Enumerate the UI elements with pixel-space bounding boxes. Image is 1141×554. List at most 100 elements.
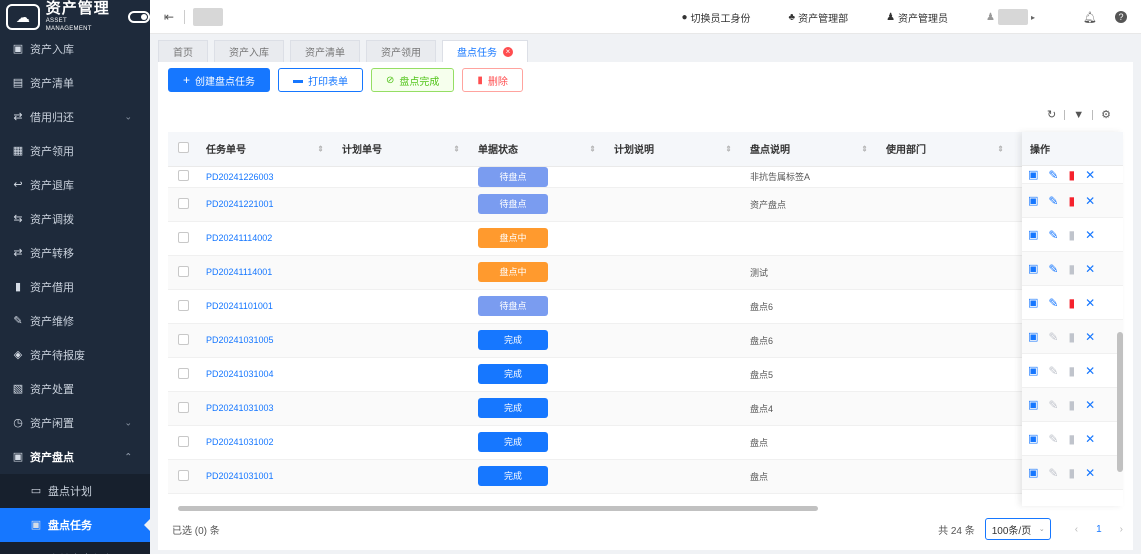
view-icon[interactable]: ▣ (1028, 228, 1038, 241)
sidebar-item-merge[interactable]: ▤合并盘点任务 (0, 542, 150, 554)
edit-icon[interactable]: ✎ (1048, 432, 1058, 446)
sidebar-item-move[interactable]: ⇄ 资产转移 (0, 236, 150, 270)
view-icon[interactable]: ▣ (1028, 398, 1038, 411)
sidebar-item-receive[interactable]: ▦ 资产领用 (0, 134, 150, 168)
tools-icon[interactable]: ✕ (1085, 228, 1095, 242)
cell-code[interactable]: PD20241101001 (206, 301, 273, 311)
edit-icon[interactable]: ✎ (1048, 194, 1058, 208)
menu-fold-icon[interactable]: ⇤ (164, 10, 174, 24)
vertical-scrollbar[interactable] (1117, 332, 1123, 472)
sidebar-item-plan[interactable]: ▭ 盘点计划 (0, 474, 150, 508)
column-header[interactable]: 盘点说明 ⇕ (740, 132, 876, 167)
table-row[interactable]: PD20241031005 完成 盘点6 (168, 323, 1123, 358)
sidebar-item-idle[interactable]: ◷ 资产闲置 ⌄ (0, 406, 150, 440)
delete-icon[interactable]: ▮ (1068, 296, 1075, 310)
horizontal-scrollbar[interactable] (178, 506, 818, 511)
cell-code[interactable]: PD20241031001 (206, 471, 274, 481)
table-row[interactable]: PD20241031002 完成 盘点 (168, 425, 1123, 460)
edit-icon[interactable]: ✎ (1048, 168, 1058, 182)
sidebar-item-dispose[interactable]: ▧ 资产处置 (0, 372, 150, 406)
view-icon[interactable]: ▣ (1028, 296, 1038, 309)
refresh-icon[interactable]: ↻ (1047, 108, 1056, 121)
sidebar-item-transfer[interactable]: ⇆ 资产调拨 (0, 202, 150, 236)
sidebar-item-inventory[interactable]: ▣ 资产盘点 ⌃ (0, 440, 150, 474)
delete-icon[interactable]: ▮ (1068, 466, 1075, 480)
delete-icon[interactable]: ▮ (1068, 262, 1075, 276)
tools-icon[interactable]: ✕ (1085, 398, 1095, 412)
cell-code[interactable]: PD20241031003 (206, 403, 274, 413)
tab-2[interactable]: 资产清单 (290, 40, 360, 62)
tab-4[interactable]: 盘点任务 × (442, 40, 528, 62)
tools-icon[interactable]: ✕ (1085, 296, 1095, 310)
filter-icon[interactable]: ▼ (1073, 109, 1084, 121)
table-row[interactable]: PD20241221001 待盘点 资产盘点 (168, 187, 1123, 222)
view-icon[interactable]: ▣ (1028, 466, 1038, 479)
edit-icon[interactable]: ✎ (1048, 296, 1058, 310)
edit-icon[interactable]: ✎ (1048, 228, 1058, 242)
tools-icon[interactable]: ✕ (1085, 432, 1095, 446)
row-checkbox[interactable] (178, 469, 189, 481)
sort-icon[interactable]: ⇕ (453, 144, 460, 153)
sort-icon[interactable]: ⇕ (589, 144, 596, 153)
cell-code[interactable]: PD20241031004 (206, 369, 274, 379)
column-header[interactable]: 计划单号 ⇕ (332, 132, 468, 167)
table-row[interactable]: PD20241031003 完成 盘点4 (168, 391, 1123, 426)
cell-code[interactable]: PD20241031002 (206, 437, 274, 447)
sidebar-collapse-toggle[interactable] (128, 11, 150, 23)
cell-code[interactable]: PD20241226003 (206, 172, 274, 182)
sidebar-item-scrap[interactable]: ◈ 资产待报废 (0, 338, 150, 372)
table-row[interactable]: PD20241031004 完成 盘点5 (168, 357, 1123, 392)
tab-3[interactable]: 资产领用 (366, 40, 436, 62)
view-icon[interactable]: ▣ (1028, 194, 1038, 207)
print-form-button[interactable]: ▬ 打印表单 (278, 68, 364, 92)
tab-1[interactable]: 资产入库 (214, 40, 284, 62)
tools-icon[interactable]: ✕ (1085, 364, 1095, 378)
sidebar-item-list[interactable]: ▤ 资产清单 (0, 66, 150, 100)
edit-icon[interactable]: ✎ (1048, 466, 1058, 480)
page-size-select[interactable]: 100条/页 ⌄ (984, 518, 1051, 540)
tools-icon[interactable]: ✕ (1085, 466, 1095, 480)
view-icon[interactable]: ▣ (1028, 262, 1038, 275)
sort-icon[interactable]: ⇕ (725, 144, 732, 153)
page-number[interactable]: 1 (1096, 524, 1102, 535)
row-checkbox[interactable] (178, 170, 189, 181)
edit-icon[interactable]: ✎ (1048, 330, 1058, 344)
sidebar-item-inbox[interactable]: ▣ 资产入库 (0, 32, 150, 66)
help-icon[interactable]: ? (1115, 11, 1127, 23)
tab-0[interactable]: 首页 (158, 40, 208, 62)
delete-icon[interactable]: ▮ (1068, 364, 1075, 378)
table-row[interactable]: PD20241226003 待盘点 非抗告属标签A (168, 166, 1123, 188)
delete-icon[interactable]: ▮ (1068, 168, 1075, 182)
row-checkbox[interactable] (178, 367, 189, 379)
column-header[interactable]: 单据状态 ⇕ (468, 132, 604, 167)
select-all-checkbox[interactable] (178, 141, 189, 153)
delete-icon[interactable]: ▮ (1068, 398, 1075, 412)
view-icon[interactable]: ▣ (1028, 330, 1038, 343)
edit-icon[interactable]: ✎ (1048, 262, 1058, 276)
sort-icon[interactable]: ⇕ (317, 144, 324, 153)
tools-icon[interactable]: ✕ (1085, 194, 1095, 208)
column-header[interactable]: 任务单号 ⇕ (196, 132, 332, 167)
table-row[interactable]: PD20241114001 盘点中 测试 (168, 255, 1123, 290)
row-checkbox[interactable] (178, 435, 189, 447)
table-row[interactable]: PD20241031001 完成 盘点 (168, 459, 1123, 494)
user-menu[interactable]: ♟ ▸ (986, 9, 1035, 25)
edit-icon[interactable]: ✎ (1048, 364, 1058, 378)
delete-icon[interactable]: ▮ (1068, 194, 1075, 208)
tools-icon[interactable]: ✕ (1085, 262, 1095, 276)
row-checkbox[interactable] (178, 197, 189, 209)
row-checkbox[interactable] (178, 231, 189, 243)
next-page-button[interactable]: › (1120, 524, 1123, 535)
settings-icon[interactable]: ⚙ (1101, 108, 1111, 121)
row-checkbox[interactable] (178, 265, 189, 277)
column-header[interactable]: 使用部门 ⇕ (876, 132, 1012, 167)
tools-icon[interactable]: ✕ (1085, 168, 1095, 182)
tools-icon[interactable]: ✕ (1085, 330, 1095, 344)
sort-icon[interactable]: ⇕ (997, 144, 1004, 153)
view-icon[interactable]: ▣ (1028, 168, 1038, 181)
delete-button[interactable]: ▮ 删除 (462, 68, 523, 92)
close-icon[interactable]: × (503, 46, 513, 57)
cell-code[interactable]: PD20241221001 (206, 199, 274, 209)
sidebar-item-repair[interactable]: ✎ 资产维修 (0, 304, 150, 338)
sidebar-item-return[interactable]: ↩ 资产退库 (0, 168, 150, 202)
